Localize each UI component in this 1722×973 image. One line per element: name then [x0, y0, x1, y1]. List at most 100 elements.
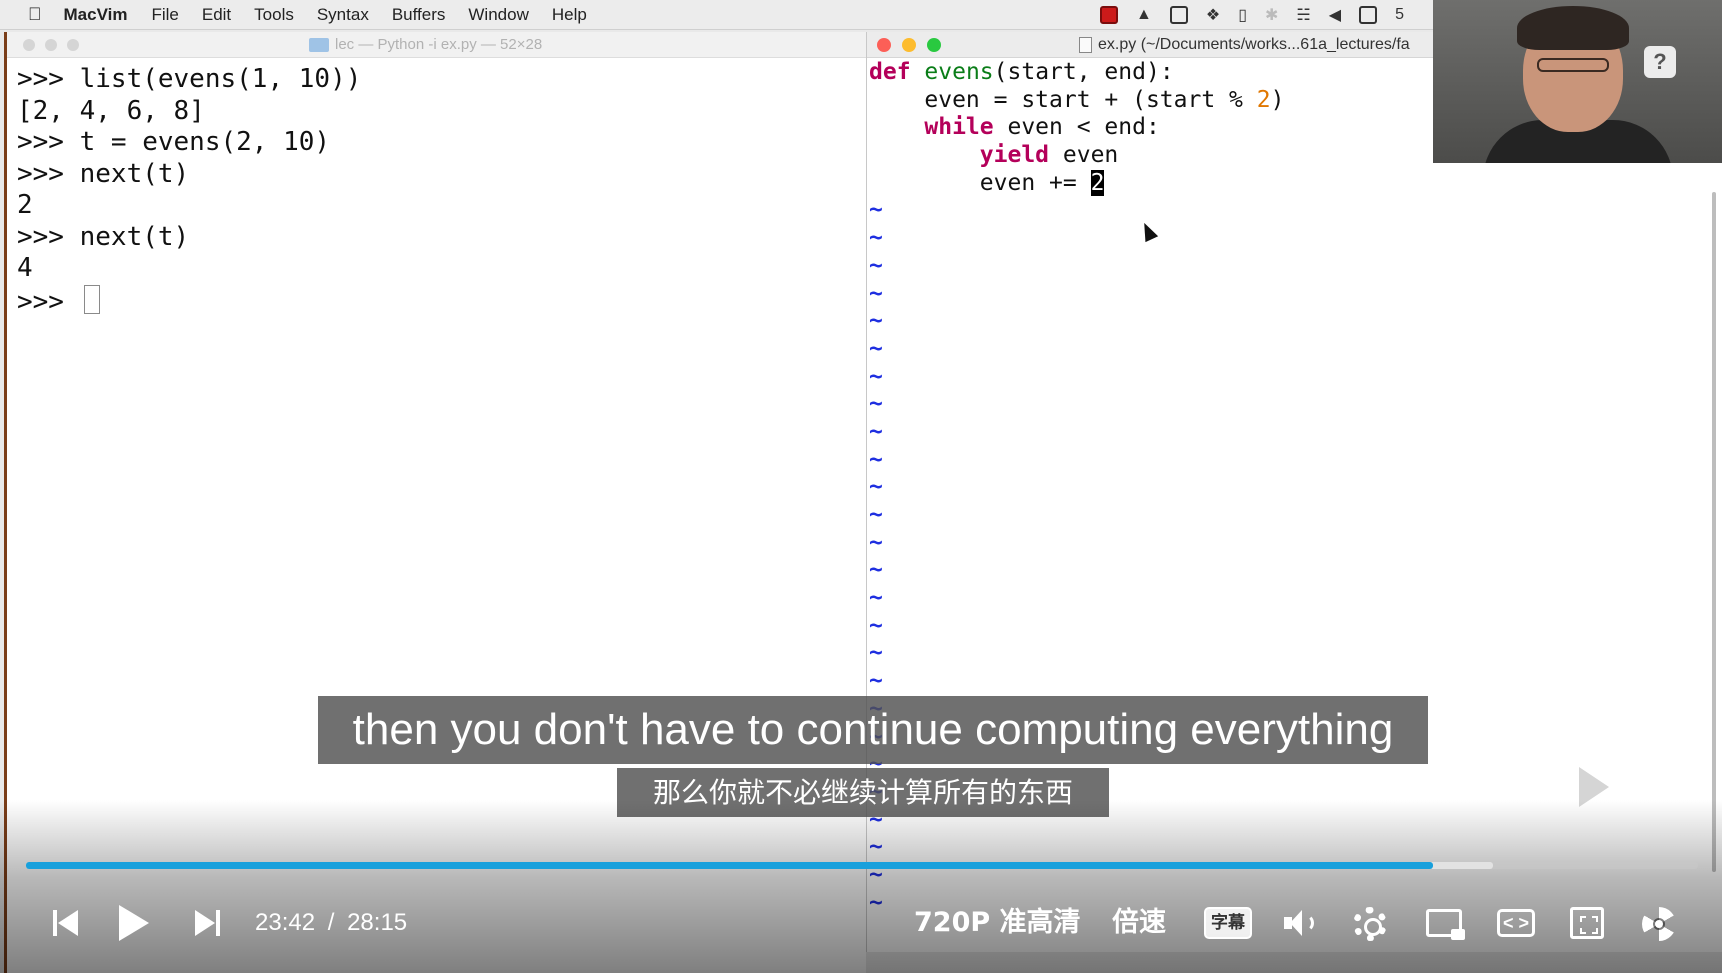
help-icon[interactable]: ?: [1644, 46, 1676, 78]
vim-tilde-line: ~: [869, 529, 883, 556]
keyboard-icon[interactable]: [1169, 6, 1188, 24]
status-tray: ▲ ❖ ▯ ✱ ☵ ◀ 5: [1100, 0, 1404, 30]
tray-trailing-text: 5: [1395, 6, 1404, 23]
time-separator: /: [327, 909, 335, 936]
document-icon: [1079, 37, 1092, 53]
terminal-titlebar[interactable]: lec — Python -i ex.py — 52×28: [7, 32, 866, 58]
drive-icon[interactable]: ▲: [1136, 6, 1152, 24]
skip-prev-bar-icon: [52, 910, 57, 936]
wifi-icon[interactable]: ☵: [1296, 5, 1310, 25]
code-text: (start, end):: [993, 59, 1174, 85]
widescreen-icon[interactable]: < >: [1497, 909, 1535, 937]
terminal-title: lec — Python -i ex.py — 52×28: [309, 36, 542, 53]
keyword-def: def: [869, 59, 911, 85]
menu-help[interactable]: Help: [552, 5, 587, 25]
display-icon[interactable]: [1359, 6, 1378, 24]
player-controls: 23:42 / 28:15 720P 准高清 倍速 字幕 < >: [0, 893, 1722, 953]
presenter-hair: [1517, 6, 1629, 50]
minimize-button[interactable]: [45, 38, 57, 51]
vim-title-text: ex.py (~/Documents/works...61a_lectures/…: [1098, 36, 1410, 53]
play-button[interactable]: [116, 893, 152, 953]
vim-tilde-line: ~: [869, 418, 883, 445]
fullscreen-icon[interactable]: [1570, 907, 1604, 939]
time-display: 23:42 / 28:15: [255, 893, 407, 953]
subtitle-english: then you don't have to continue computin…: [318, 696, 1428, 764]
code-text: ): [1270, 86, 1285, 113]
terminal-line: [2, 4, 6, 8]: [17, 95, 205, 126]
code-text: even = start + (start %: [869, 86, 1257, 113]
vim-tilde-line: ~: [869, 640, 883, 667]
quality-button[interactable]: 720P 准高清: [914, 893, 1081, 953]
vim-tilde-line: ~: [869, 252, 883, 279]
terminal-prompt: >>>: [17, 286, 80, 317]
code-line: even += 2: [869, 169, 1722, 198]
menu-app-name[interactable]: MacVim: [64, 5, 128, 25]
vim-tilde-line: ~: [869, 502, 883, 528]
menu-tools[interactable]: Tools: [254, 5, 294, 25]
terminal-cursor: [83, 284, 100, 314]
vim-tilde-line: ~: [869, 197, 883, 224]
zoom-button[interactable]: [927, 37, 941, 52]
vim-tilde-line: ~: [869, 557, 883, 584]
vim-tilde-line: ~: [869, 363, 883, 390]
apple-icon[interactable]: : [28, 4, 42, 25]
keyword-while: while: [924, 114, 994, 141]
screen:  MacVim File Edit Tools Syntax Buffers …: [0, 0, 1722, 973]
previous-button[interactable]: [48, 893, 82, 953]
webcam-overlay: [1433, 0, 1722, 163]
settings-gear-icon[interactable]: [1353, 907, 1387, 941]
progress-bar[interactable]: [26, 862, 1698, 869]
terminal-line: >>> next(t): [17, 221, 190, 252]
vim-tilde-line: ~: [869, 612, 883, 639]
code-text: even: [1049, 142, 1119, 169]
vim-tilde-line: ~: [869, 585, 883, 612]
menu-edit[interactable]: Edit: [202, 5, 231, 25]
vim-tilde-line: ~: [869, 391, 883, 418]
minimize-button[interactable]: [902, 37, 916, 52]
speed-button[interactable]: 倍速: [1112, 893, 1166, 953]
skip-next-icon: [194, 910, 215, 936]
menu-syntax[interactable]: Syntax: [317, 5, 369, 25]
skip-prev-icon: [57, 910, 78, 936]
close-button[interactable]: [23, 38, 35, 51]
vim-tilde-line: ~: [869, 335, 883, 362]
vim-tilde-line: ~: [869, 446, 883, 473]
code-text: even < end:: [993, 114, 1160, 141]
bluetooth-icon[interactable]: ✱: [1265, 5, 1278, 25]
current-time: 23:42: [255, 909, 316, 936]
menu-window[interactable]: Window: [468, 5, 528, 25]
subtitle-button[interactable]: 字幕: [1204, 907, 1252, 939]
close-button[interactable]: [877, 37, 891, 52]
volume-menubar-icon[interactable]: ◀: [1329, 5, 1341, 25]
progress-played: [26, 862, 1434, 869]
vim-cursor: 2: [1090, 169, 1105, 196]
vim-tilde-line: ~: [869, 280, 883, 307]
menu-file[interactable]: File: [151, 5, 178, 25]
zoom-button[interactable]: [67, 38, 79, 51]
next-button[interactable]: [192, 893, 222, 953]
terminal-prompt-line[interactable]: >>>: [17, 284, 866, 317]
vim-title: ex.py (~/Documents/works...61a_lectures/…: [1079, 36, 1410, 54]
terminal-line: >>> next(t): [17, 158, 190, 189]
mouse-icon[interactable]: ▯: [1238, 5, 1247, 25]
vim-tilde-line: ~: [869, 225, 883, 252]
vim-tilde-line: ~: [869, 474, 883, 501]
terminal-line: >>> t = evens(2, 10): [17, 127, 331, 157]
keyword-yield: yield: [979, 142, 1050, 169]
vim-tilde-line: ~: [869, 668, 883, 695]
terminal-line: 2: [17, 190, 33, 220]
dropbox-icon[interactable]: ❖: [1206, 5, 1220, 25]
scrollbar[interactable]: [1712, 192, 1716, 872]
radiation-mode-icon[interactable]: [1642, 907, 1676, 941]
recording-icon[interactable]: [1100, 6, 1118, 24]
terminal-output[interactable]: >>> list(evens(1, 10)) [2, 4, 6, 8] >>> …: [7, 58, 866, 317]
terminal-title-text: lec — Python -i ex.py — 52×28: [335, 36, 543, 53]
picture-in-picture-icon[interactable]: [1426, 909, 1465, 940]
presenter-glasses: [1537, 58, 1609, 72]
folder-icon: [309, 37, 329, 52]
play-icon: [119, 905, 149, 941]
volume-icon[interactable]: [1284, 909, 1314, 939]
menu-buffers[interactable]: Buffers: [392, 5, 446, 25]
